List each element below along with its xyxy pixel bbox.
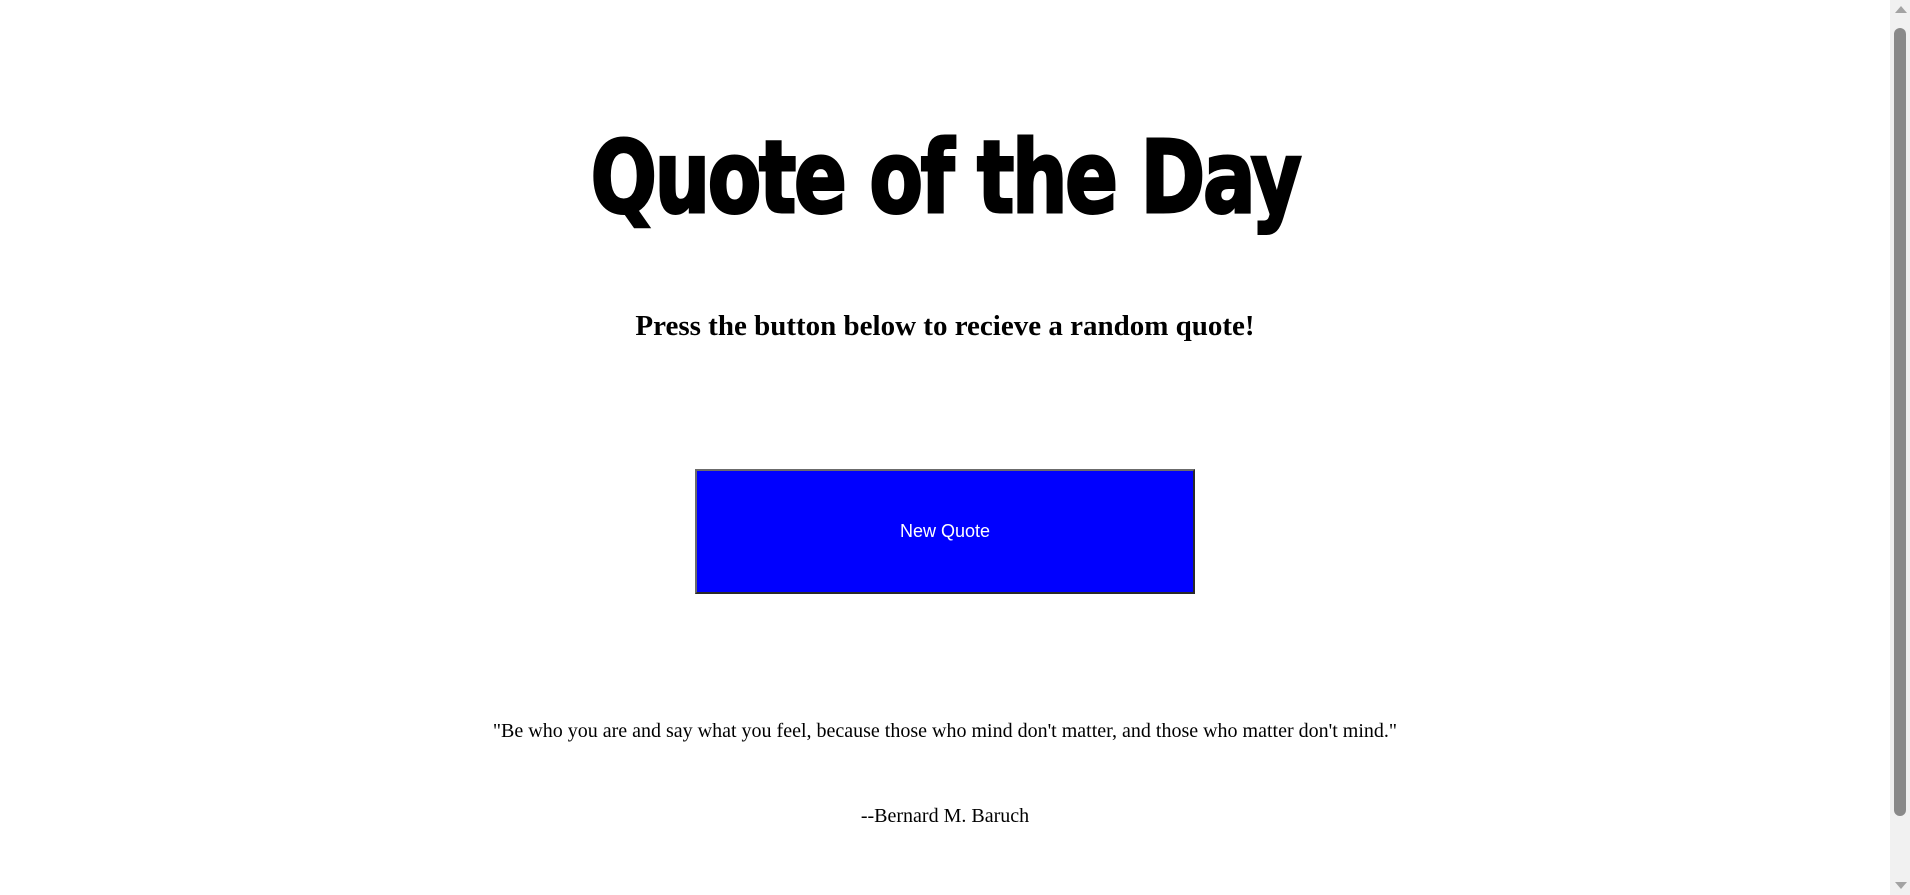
scroll-down-arrow-icon[interactable] bbox=[1895, 882, 1907, 889]
quote-author: --Bernard M. Baruch bbox=[860, 805, 1030, 827]
page-content: Quote of the Day Press the button below … bbox=[0, 0, 1890, 895]
scroll-up-arrow-icon[interactable] bbox=[1895, 6, 1907, 13]
page-subtitle: Press the button below to recieve a rand… bbox=[635, 310, 1255, 342]
scrollbar-thumb[interactable] bbox=[1894, 28, 1906, 816]
browser-viewport: Quote of the Day Press the button below … bbox=[0, 0, 1910, 895]
quote-text: "Be who you are and say what you feel, b… bbox=[492, 720, 1398, 742]
page-title: Quote of the Day bbox=[589, 118, 1302, 238]
vertical-scrollbar[interactable] bbox=[1890, 0, 1910, 895]
new-quote-button[interactable]: New Quote bbox=[695, 469, 1195, 594]
